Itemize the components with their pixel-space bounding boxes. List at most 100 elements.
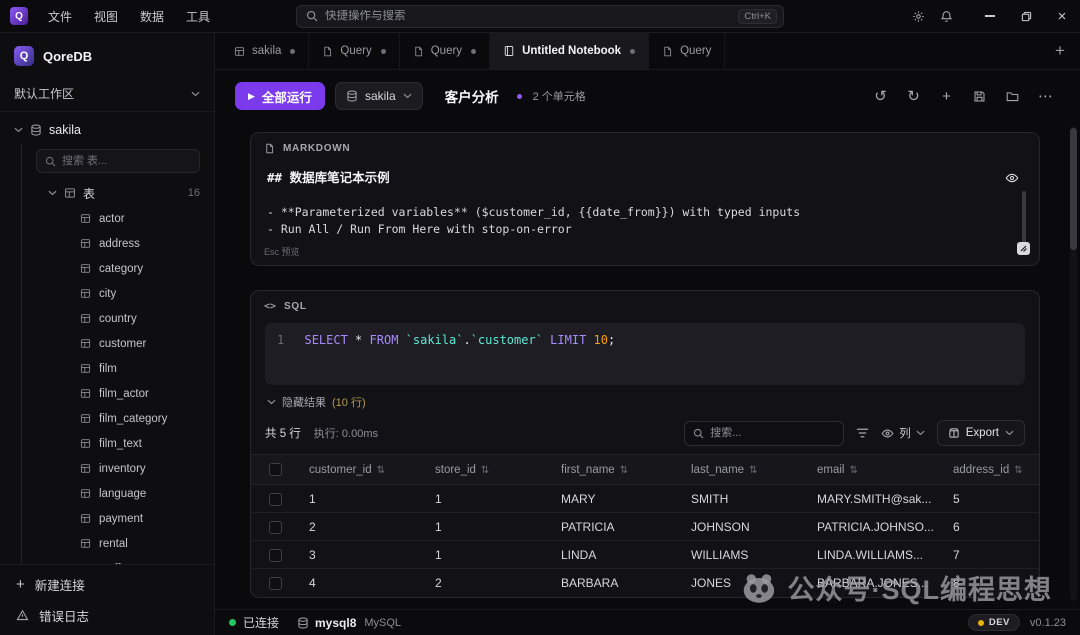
results-search-input[interactable] [710, 427, 835, 439]
titlebar: Q 文件 视图 数据 工具 Ctrl+K × [0, 0, 1080, 33]
export-button[interactable]: Export [937, 420, 1025, 446]
table-row-2[interactable]: 21PATRICIAJOHNSONPATRICIA.JOHNSO...6 [251, 513, 1039, 541]
database-selector[interactable]: sakila [335, 82, 423, 110]
sql-cell[interactable]: <> SQL 1 SELECT * FROM `sakila`.`custome… [250, 290, 1040, 598]
redo-icon[interactable]: ↻ [899, 83, 928, 109]
row-checkbox-cell [251, 485, 301, 513]
cell-store_id: 1 [427, 485, 553, 513]
sql-editor[interactable]: 1 SELECT * FROM `sakila`.`customer` LIMI… [265, 323, 1025, 385]
menu-file[interactable]: 文件 [40, 4, 80, 29]
markdown-editor[interactable]: ## 数据库笔记本示例 - **Parameterized variables*… [251, 164, 1039, 238]
tab-untitled-notebook-3[interactable]: Untitled Notebook [490, 33, 649, 69]
global-search[interactable]: Ctrl+K [296, 5, 784, 28]
filter-icon[interactable] [856, 427, 869, 439]
table-row-1[interactable]: 11MARYSMITHMARY.SMITH@sak...5 [251, 485, 1039, 513]
markdown-cell[interactable]: MARKDOWN ## 数据库笔记本示例 - **Parameterized v… [250, 132, 1040, 266]
new-tab-button[interactable]: + [1040, 33, 1080, 69]
sidebar-table-film_category[interactable]: film_category [0, 406, 214, 431]
settings-gear-icon[interactable] [904, 4, 932, 28]
more-options-icon[interactable]: ⋯ [1031, 83, 1060, 109]
cell-last_name: SMITH [683, 485, 809, 513]
results-toolbar: 共 5 行 执行: 0.00ms 列 [251, 417, 1039, 454]
notifications-bell-icon[interactable] [932, 4, 960, 28]
undo-icon[interactable]: ↺ [866, 83, 895, 109]
sql-token: FROM [370, 333, 399, 347]
sidebar-table-customer[interactable]: customer [0, 331, 214, 356]
global-search-input[interactable] [325, 10, 731, 22]
columns-visibility-button[interactable]: 列 [881, 425, 925, 441]
scrollbar-thumb[interactable] [1070, 128, 1077, 250]
sort-icon[interactable]: ⇅ [620, 465, 628, 476]
row-checkbox[interactable] [269, 493, 282, 506]
menu-view[interactable]: 视图 [86, 4, 126, 29]
sidebar-table-staff[interactable]: staff [0, 556, 214, 564]
sidebar-table-rental[interactable]: rental [0, 531, 214, 556]
row-checkbox[interactable] [269, 577, 282, 590]
column-header-customer_id[interactable]: customer_id⇅ [301, 455, 427, 485]
active-connection[interactable]: mysql8 MySQL [297, 616, 401, 630]
markdown-line: - Run All / Run From Here with stop-on-e… [267, 221, 995, 238]
search-shortcut-badge: Ctrl+K [738, 9, 777, 24]
sort-icon[interactable]: ⇅ [481, 465, 489, 476]
sidebar-table-payment[interactable]: payment [0, 506, 214, 531]
table-name: actor [99, 213, 125, 225]
table-row-4[interactable]: 42BARBARAJONESBARBARA.JONES...8 [251, 569, 1039, 597]
close-button[interactable]: × [1044, 0, 1080, 32]
restore-button[interactable] [1008, 0, 1044, 32]
tab-query-1[interactable]: Query [309, 33, 399, 69]
chevron-down-icon [191, 91, 200, 97]
export-label: Export [966, 427, 999, 439]
sort-icon[interactable]: ⇅ [1014, 465, 1022, 476]
column-header-email[interactable]: email⇅ [809, 455, 945, 485]
sql-token: 10 [594, 333, 608, 347]
menu-data[interactable]: 数据 [132, 4, 172, 29]
sidebar-table-language[interactable]: language [0, 481, 214, 506]
workspace-selector[interactable]: 默认工作区 [0, 78, 214, 112]
row-checkbox[interactable] [269, 521, 282, 534]
sidebar-table-category[interactable]: category [0, 256, 214, 281]
table-search[interactable] [36, 149, 200, 173]
error-log-button[interactable]: 错误日志 [0, 600, 214, 631]
sidebar-table-film_actor[interactable]: film_actor [0, 381, 214, 406]
sidebar-table-actor[interactable]: actor [0, 206, 214, 231]
cell-store_id: 1 [427, 513, 553, 541]
sidebar-table-address[interactable]: address [0, 231, 214, 256]
preview-eye-icon[interactable] [1005, 171, 1019, 185]
sort-icon[interactable]: ⇅ [849, 465, 857, 476]
column-header-first_name[interactable]: first_name⇅ [553, 455, 683, 485]
column-header-address_id[interactable]: address_id⇅ [945, 455, 1039, 485]
results-search[interactable] [684, 421, 844, 446]
connection-sakila[interactable]: sakila [0, 117, 214, 143]
tab-query-2[interactable]: Query [400, 33, 490, 69]
connection-label: sakila [49, 123, 81, 137]
resize-grip-icon[interactable] [1017, 242, 1030, 255]
tables-group-label: 表 [83, 185, 95, 202]
column-header-store_id[interactable]: store_id⇅ [427, 455, 553, 485]
table-row-3[interactable]: 31LINDAWILLIAMSLINDA.WILLIAMS...7 [251, 541, 1039, 569]
table-search-input[interactable] [62, 155, 191, 167]
sidebar-table-film_text[interactable]: film_text [0, 431, 214, 456]
menu-tools[interactable]: 工具 [178, 4, 218, 29]
add-cell-button[interactable]: + [932, 83, 961, 109]
new-connection-button[interactable]: + 新建连接 [0, 569, 214, 600]
run-all-button[interactable]: ▶ 全部运行 [235, 82, 325, 110]
sort-icon[interactable]: ⇅ [377, 465, 385, 476]
open-folder-icon[interactable] [998, 83, 1027, 109]
markdown-lines: - **Parameterized variables** ($customer… [267, 204, 995, 238]
cell-scrollbar[interactable] [1022, 191, 1026, 249]
sidebar-table-inventory[interactable]: inventory [0, 456, 214, 481]
minimize-button[interactable] [972, 0, 1008, 32]
tab-sakila-0[interactable]: sakila [221, 33, 309, 69]
sort-icon[interactable]: ⇅ [749, 465, 757, 476]
sidebar-table-film[interactable]: film [0, 356, 214, 381]
select-all-checkbox[interactable] [269, 463, 282, 476]
column-header-last_name[interactable]: last_name⇅ [683, 455, 809, 485]
results-toggle[interactable]: 隐藏结果 (10 行) [251, 385, 1039, 417]
row-checkbox[interactable] [269, 549, 282, 562]
save-icon[interactable] [965, 83, 994, 109]
tables-group[interactable]: 表 16 [0, 180, 214, 206]
cells-count: 2 个单元格 [533, 88, 586, 104]
sidebar-table-country[interactable]: country [0, 306, 214, 331]
sidebar-table-city[interactable]: city [0, 281, 214, 306]
tab-query-4[interactable]: Query [649, 33, 725, 69]
